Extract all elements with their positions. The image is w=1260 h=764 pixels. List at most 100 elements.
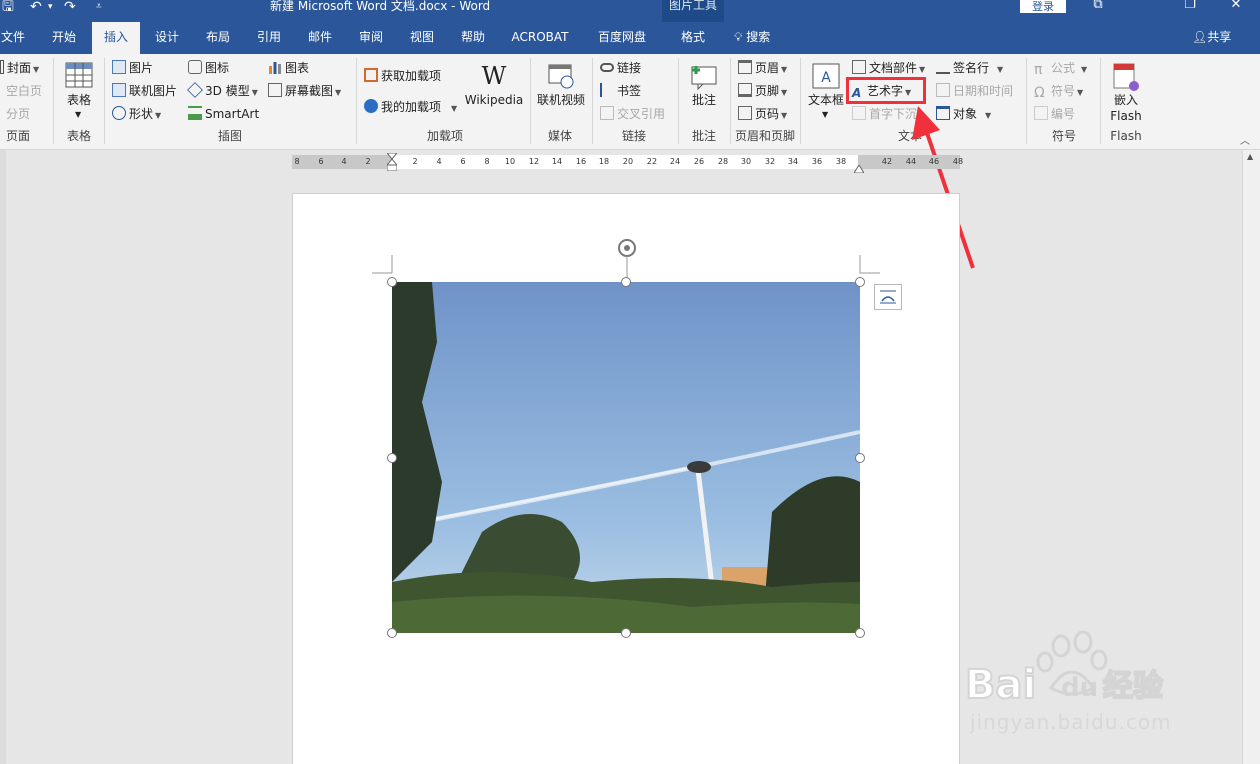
- ribbon-display-icon[interactable]: ⧉: [1090, 0, 1106, 12]
- resize-handle-top-right[interactable]: [855, 277, 865, 287]
- ruler-tick: 48: [952, 157, 964, 166]
- icons-button[interactable]: 图标: [188, 60, 229, 76]
- group-divider: [592, 58, 593, 144]
- resize-handle-top[interactable]: [621, 277, 631, 287]
- undo-icon[interactable]: ↶: [30, 0, 42, 14]
- media-group-label: 媒体: [547, 129, 572, 143]
- watermark-brand-du: du: [1061, 673, 1098, 703]
- right-indent-marker[interactable]: [853, 162, 865, 174]
- smartart-button[interactable]: SmartArt: [188, 106, 259, 122]
- cover-page-button[interactable]: 封面 ▼: [0, 60, 39, 78]
- tab-acrobat[interactable]: ACROBAT: [506, 22, 574, 54]
- my-addins-button[interactable]: 我的加载项 ▼: [364, 99, 457, 117]
- rotate-handle[interactable]: [614, 236, 640, 282]
- header-button[interactable]: 页眉 ▼: [738, 60, 787, 78]
- comment-button[interactable]: 批注: [684, 60, 724, 120]
- tell-me-search[interactable]: 💡︎ 搜索: [734, 22, 770, 54]
- date-time-button[interactable]: 日期和时间: [936, 83, 1013, 99]
- text-box-icon: A: [812, 63, 840, 89]
- flash-group-label: Flash: [1110, 129, 1142, 143]
- page-number-button[interactable]: 页码 ▼: [738, 106, 787, 124]
- signature-line-button[interactable]: 签名行 ▼: [936, 60, 1003, 78]
- link-icon: [600, 63, 614, 72]
- redo-icon[interactable]: ↷: [64, 0, 76, 14]
- ruler-tick: 38: [835, 157, 847, 166]
- ruler-tick: 16: [575, 157, 587, 166]
- resize-handle-bottom-left[interactable]: [387, 628, 397, 638]
- cross-reference-icon: [600, 106, 614, 120]
- restore-icon[interactable]: ❐: [1182, 0, 1198, 12]
- resize-handle-top-left[interactable]: [387, 277, 397, 287]
- get-addins-button[interactable]: 获取加载项: [364, 68, 441, 84]
- shapes-button[interactable]: 形状 ▼: [112, 106, 161, 124]
- equation-button[interactable]: π 公式 ▼: [1034, 60, 1087, 78]
- search-label: 搜索: [746, 30, 771, 44]
- symbol-button[interactable]: Ω 符号 ▼: [1034, 83, 1083, 101]
- table-button[interactable]: 表格 ▼: [62, 60, 96, 128]
- wikipedia-button[interactable]: W Wikipedia: [462, 60, 526, 120]
- blank-page-button[interactable]: 空白页: [6, 83, 42, 99]
- resize-handle-right[interactable]: [855, 453, 865, 463]
- share-button[interactable]: 👤︎共享: [1192, 22, 1231, 54]
- pages-group-label: 页面: [5, 129, 30, 143]
- text-box-button[interactable]: A 文本框 ▼: [806, 60, 846, 126]
- embed-flash-button[interactable]: 嵌入 Flash: [1104, 60, 1148, 126]
- online-video-button[interactable]: 联机视频: [535, 60, 587, 120]
- table-icon: [65, 62, 93, 88]
- cross-reference-button[interactable]: 交叉引用: [600, 106, 665, 122]
- group-divider: [104, 58, 105, 144]
- resize-handle-bottom[interactable]: [621, 628, 631, 638]
- screenshot-button[interactable]: 屏幕截图 ▼: [268, 83, 341, 101]
- customize-qat-icon[interactable]: ⩡: [96, 0, 102, 14]
- footer-label: 页脚: [755, 84, 780, 98]
- tab-view[interactable]: 视图: [400, 22, 444, 54]
- resize-handle-left[interactable]: [387, 453, 397, 463]
- collapse-ribbon-icon[interactable]: ︿: [1240, 132, 1250, 147]
- calendar-icon: [936, 83, 950, 97]
- vertical-scrollbar[interactable]: ▲: [1242, 150, 1260, 764]
- tab-references[interactable]: 引用: [247, 22, 291, 54]
- 3d-models-button[interactable]: 3D 模型 ▼: [187, 82, 258, 101]
- online-pictures-button[interactable]: 联机图片: [112, 83, 177, 99]
- resize-handle-bottom-right[interactable]: [855, 628, 865, 638]
- layout-options-icon: [880, 290, 896, 304]
- cube-icon: [187, 82, 203, 98]
- inserted-picture[interactable]: [392, 282, 860, 633]
- tab-file[interactable]: 文件: [0, 22, 26, 54]
- tab-review[interactable]: 审阅: [349, 22, 393, 54]
- save-icon[interactable]: 🖫: [2, 0, 14, 14]
- addins-icon: [364, 99, 378, 113]
- close-icon[interactable]: ✕: [1228, 0, 1244, 12]
- smartart-icon: [188, 106, 202, 120]
- smartart-label: SmartArt: [205, 107, 260, 121]
- ruler-tick: 28: [717, 157, 729, 166]
- pictures-button[interactable]: 图片: [112, 60, 153, 76]
- layout-options-button[interactable]: [874, 284, 902, 310]
- indent-marker[interactable]: [385, 152, 399, 172]
- margin-mark: [859, 255, 880, 274]
- link-label: 链接: [617, 61, 642, 75]
- chart-button[interactable]: 图表: [268, 60, 309, 76]
- quick-parts-button[interactable]: 文档部件 ▼: [852, 60, 925, 78]
- scroll-up-icon[interactable]: ▲: [1247, 152, 1253, 161]
- link-button[interactable]: 链接: [600, 60, 641, 76]
- tab-format[interactable]: 格式: [662, 22, 724, 54]
- login-button[interactable]: 登录: [1020, 0, 1066, 13]
- horizontal-ruler[interactable]: 8 6 4 2 2 4 6 8 10 12 14 16 18 20 22 24 …: [292, 152, 963, 174]
- bookmark-button[interactable]: 书签: [600, 83, 641, 99]
- page-number-icon: [738, 106, 752, 120]
- signature-line-label: 签名行: [953, 61, 990, 75]
- landscape-photo: [392, 282, 860, 633]
- tab-mailings[interactable]: 邮件: [298, 22, 342, 54]
- page-break-button[interactable]: 分页: [6, 106, 30, 122]
- tab-insert[interactable]: 插入: [92, 22, 140, 54]
- addins-group-label: 加载项: [426, 129, 463, 143]
- tab-layout[interactable]: 布局: [196, 22, 240, 54]
- footer-button[interactable]: 页脚 ▼: [738, 83, 787, 101]
- number-button[interactable]: 编号: [1034, 106, 1075, 122]
- undo-dropdown-icon[interactable]: ▾: [48, 0, 53, 14]
- tab-baidu-netdisk[interactable]: 百度网盘: [590, 22, 654, 54]
- tab-help[interactable]: 帮助: [451, 22, 495, 54]
- tab-design[interactable]: 设计: [145, 22, 189, 54]
- tab-home[interactable]: 开始: [42, 22, 86, 54]
